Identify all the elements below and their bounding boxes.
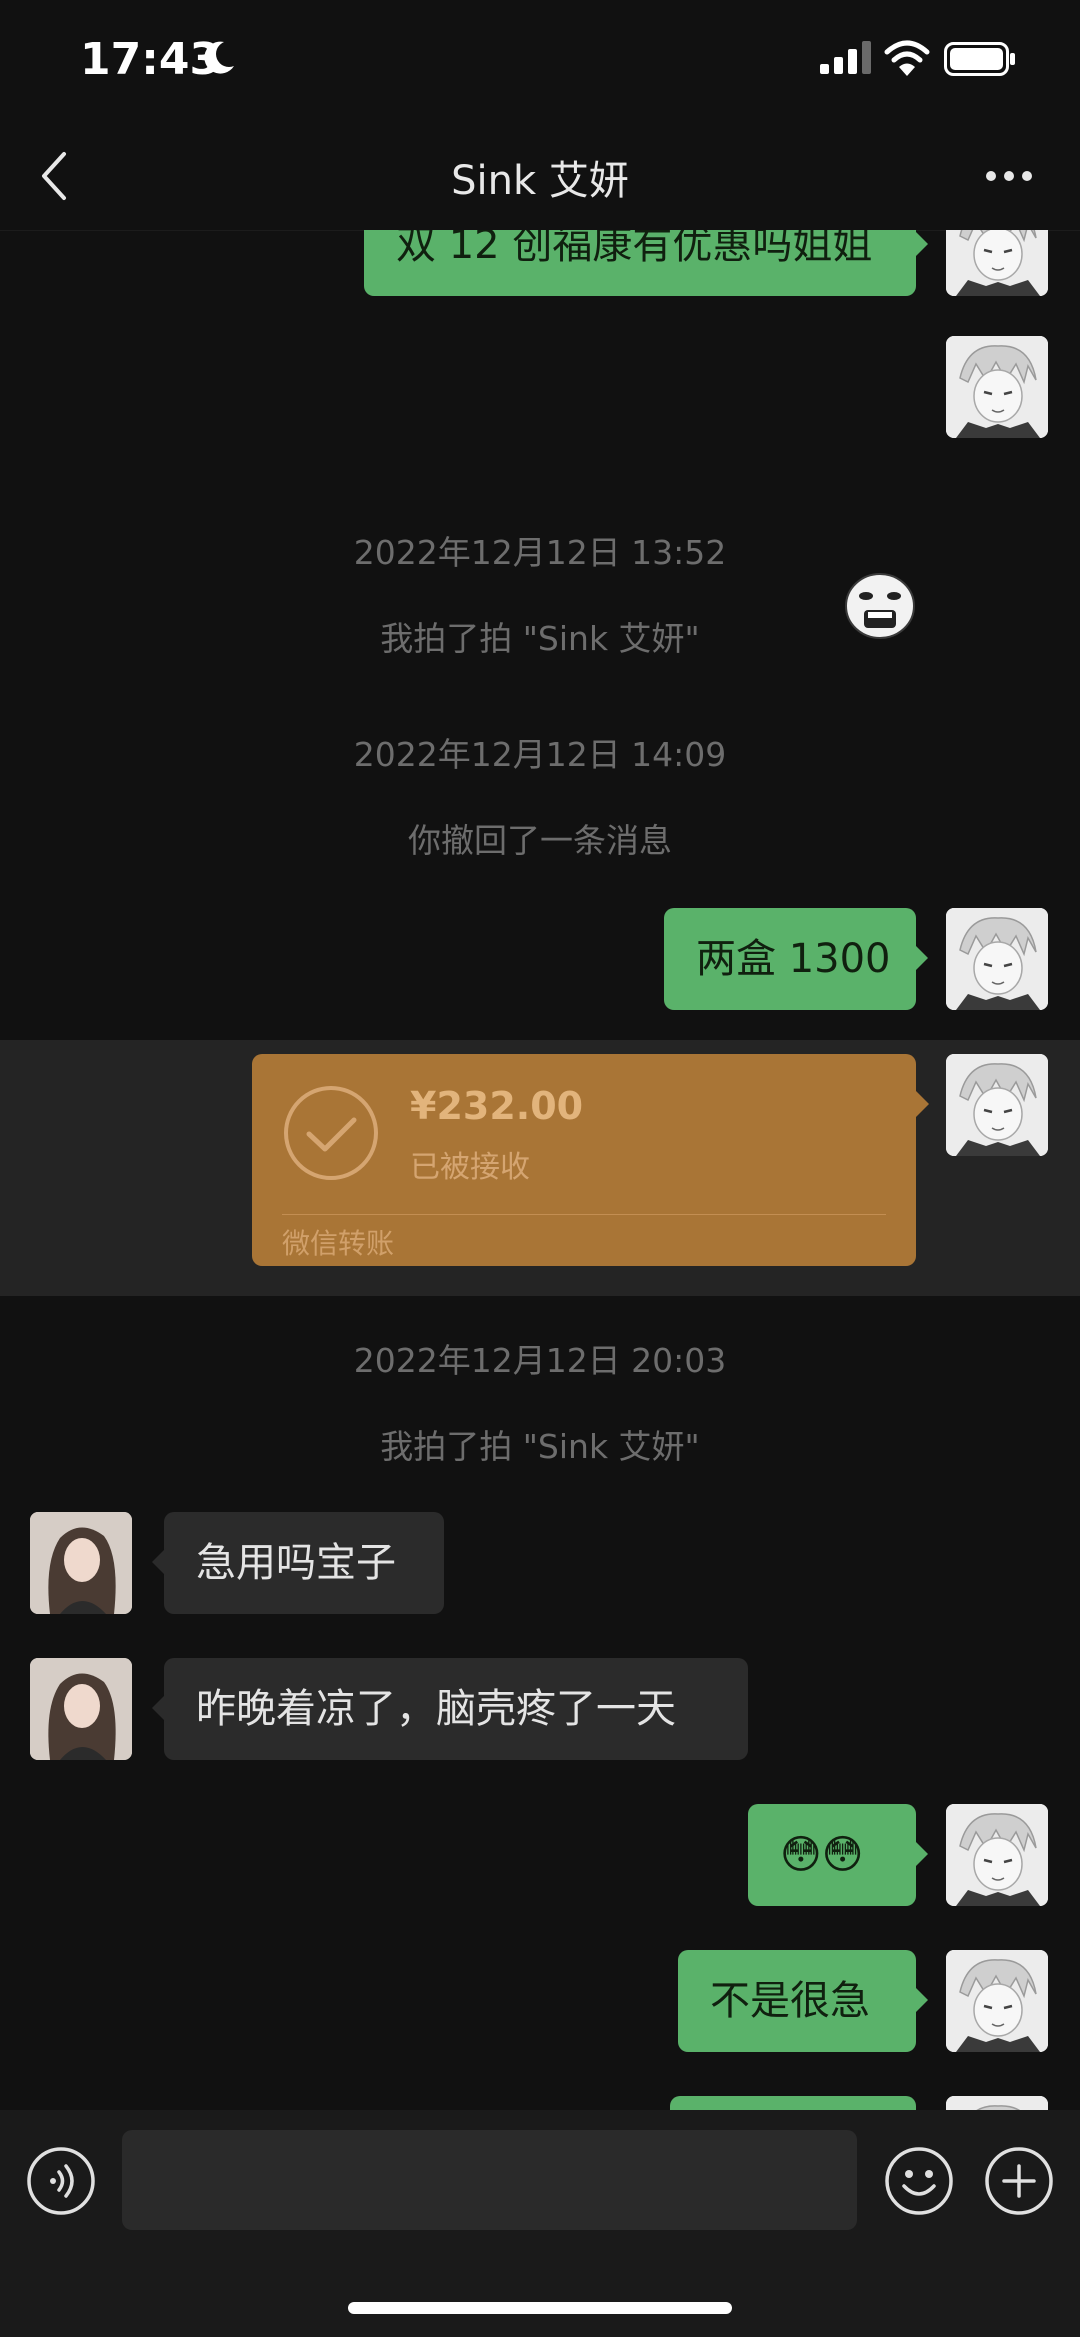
avatar-image	[946, 336, 1048, 438]
moon-icon	[204, 41, 234, 74]
avatar-image	[946, 230, 1048, 296]
message-bubble-outgoing[interactable]: 两盒 1300	[664, 908, 928, 1010]
transfer-footer-label: 微信转账	[282, 1227, 395, 1260]
home-indicator	[348, 2302, 732, 2314]
divider	[282, 1214, 886, 1215]
avatar-image	[946, 1804, 1048, 1906]
transfer-amount: ¥232.00	[410, 1084, 584, 1128]
contact-avatar[interactable]	[30, 1512, 132, 1614]
my-avatar[interactable]	[946, 2096, 1048, 2110]
transfer-status: 已被接收	[410, 1150, 530, 1185]
avatar-image	[946, 1054, 1048, 1156]
my-avatar[interactable]	[946, 1950, 1048, 2052]
more-icon[interactable]	[984, 166, 1034, 186]
my-avatar[interactable]	[946, 1054, 1048, 1156]
system-message: 我拍了拍 "Sink 艾妍"	[380, 619, 700, 658]
check-circle-icon	[284, 1086, 378, 1180]
message-input[interactable]	[122, 2130, 857, 2230]
avatar-image	[946, 908, 1048, 1010]
battery-icon	[944, 42, 1015, 76]
voice-icon[interactable]	[26, 2146, 96, 2216]
my-avatar[interactable]	[946, 1804, 1048, 1906]
avatar-image	[30, 1512, 132, 1614]
message-bubble-outgoing[interactable]: 不是很急	[678, 1950, 928, 2052]
message-bubble-incoming[interactable]: 昨晚着凉了，脑壳疼了一天	[152, 1658, 748, 1760]
timestamp: 2022年12月12日 14:09	[353, 735, 727, 774]
emoji-icon[interactable]	[884, 2146, 954, 2216]
my-avatar[interactable]	[946, 908, 1048, 1010]
message-bubble-incoming[interactable]: 急用吗宝子	[152, 1512, 444, 1614]
wifi-icon	[884, 40, 930, 76]
signal-icon	[820, 41, 871, 74]
avatar-image	[30, 1658, 132, 1760]
my-avatar[interactable]	[946, 336, 1048, 438]
plus-icon[interactable]	[984, 2146, 1054, 2216]
my-avatar[interactable]	[946, 230, 1048, 296]
status-time: 17:43	[80, 34, 221, 85]
chat-title: Sink 艾妍	[451, 158, 629, 204]
message-bubble-outgoing[interactable]: 😳😳	[748, 1804, 928, 1906]
message-bubble-outgoing[interactable]: 双 12 创福康有优惠吗姐姐	[364, 230, 928, 296]
timestamp: 2022年12月12日 13:52	[353, 533, 727, 572]
message-bubble-outgoing[interactable]	[670, 2096, 916, 2110]
avatar-image	[946, 2096, 1048, 2110]
avatar-image	[946, 1950, 1048, 2052]
system-message: 你撤回了一条消息	[408, 821, 672, 860]
transfer-card[interactable]: ¥232.00 已被接收 微信转账	[252, 1054, 929, 1266]
timestamp: 2022年12月12日 20:03	[353, 1341, 727, 1380]
system-message: 我拍了拍 "Sink 艾妍"	[380, 1427, 700, 1466]
contact-avatar[interactable]	[30, 1658, 132, 1760]
